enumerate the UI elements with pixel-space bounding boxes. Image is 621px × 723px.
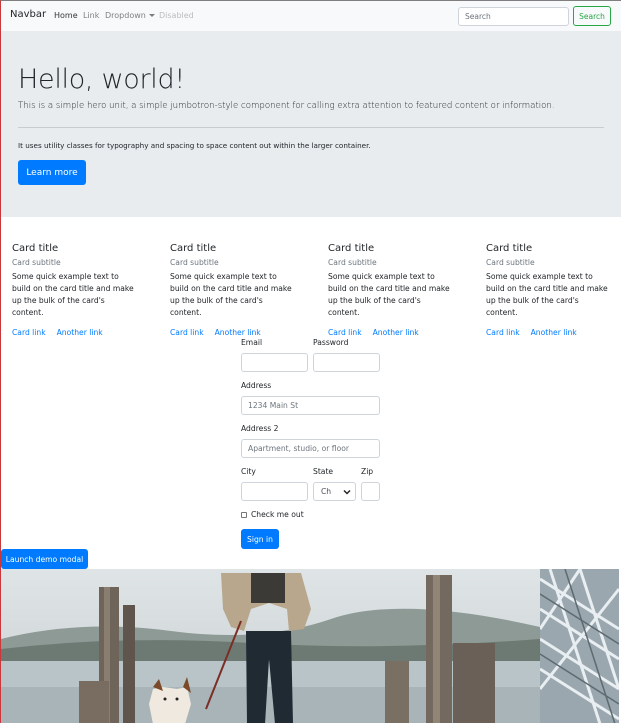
- check-me-out-checkbox[interactable]: [241, 512, 247, 518]
- card-subtitle: Card subtitle: [170, 258, 219, 267]
- nav-dropdown[interactable]: Dropdown: [105, 11, 155, 20]
- email-field[interactable]: [241, 353, 308, 372]
- nav-dropdown-label: Dropdown: [105, 11, 146, 20]
- nav-link-disabled: Disabled: [159, 11, 194, 20]
- card: Card title Card subtitle Some quick exam…: [328, 242, 458, 338]
- password-label: Password: [313, 338, 349, 347]
- card-link[interactable]: Card link: [486, 328, 520, 337]
- card-title: Card title: [328, 243, 375, 254]
- search-input[interactable]: [458, 7, 569, 26]
- launch-demo-modal-button[interactable]: Launch demo modal: [1, 549, 88, 569]
- card-link[interactable]: Card link: [170, 328, 204, 337]
- jumbotron-title: Hello, world!: [18, 64, 185, 95]
- card-title: Card title: [486, 243, 533, 254]
- carousel-image-steel-structure: [540, 569, 619, 723]
- jumbotron-lead: This is a simple hero unit, a simple jum…: [18, 101, 555, 111]
- state-select[interactable]: Ch: [313, 482, 356, 501]
- card: Card title Card subtitle Some quick exam…: [170, 242, 300, 338]
- card: Card title Card subtitle Some quick exam…: [486, 242, 616, 338]
- card-another-link[interactable]: Another link: [57, 328, 103, 337]
- navbar: Navbar Home Link Dropdown Disabled Searc…: [1, 1, 621, 31]
- card: Card title Card subtitle Some quick exam…: [12, 242, 142, 338]
- card-text: Some quick example text to build on the …: [170, 272, 292, 317]
- address2-label: Address 2: [241, 424, 279, 433]
- card-link[interactable]: Card link: [328, 328, 362, 337]
- carousel-image-man-dog-pier: [1, 569, 540, 723]
- photo-illustration: [540, 569, 619, 723]
- card-text: Some quick example text to build on the …: [328, 272, 450, 317]
- address-field[interactable]: [241, 396, 380, 415]
- nav-link-home[interactable]: Home: [54, 11, 78, 20]
- navbar-brand[interactable]: Navbar: [10, 9, 46, 20]
- card-subtitle: Card subtitle: [486, 258, 535, 267]
- card-text: Some quick example text to build on the …: [12, 272, 134, 317]
- nav-link-link[interactable]: Link: [83, 11, 99, 20]
- state-label: State: [313, 467, 334, 476]
- card-link[interactable]: Card link: [12, 328, 46, 337]
- card-title: Card title: [170, 243, 217, 254]
- zip-label: Zip: [361, 467, 374, 476]
- city-field[interactable]: [241, 482, 308, 501]
- learn-more-button[interactable]: Learn more: [18, 160, 86, 185]
- jumbotron: Hello, world! This is a simple hero unit…: [1, 31, 621, 217]
- jumbotron-text: It uses utility classes for typography a…: [18, 141, 371, 150]
- photo-illustration: [1, 569, 540, 723]
- card-text: Some quick example text to build on the …: [486, 272, 608, 317]
- zip-field[interactable]: [361, 482, 380, 501]
- city-label: City: [241, 467, 256, 476]
- state-select-value: Ch: [321, 487, 332, 496]
- card-subtitle: Card subtitle: [12, 258, 61, 267]
- sign-in-button[interactable]: Sign in: [241, 529, 279, 549]
- search-button[interactable]: Search: [573, 6, 611, 26]
- card-another-link[interactable]: Another link: [215, 328, 261, 337]
- caret-down-icon: [148, 14, 155, 17]
- check-me-out-label: Check me out: [251, 510, 304, 519]
- chevron-down-icon: [343, 489, 351, 495]
- card-title: Card title: [12, 243, 59, 254]
- divider: [18, 127, 604, 128]
- address2-field[interactable]: [241, 439, 380, 458]
- address-label: Address: [241, 381, 272, 390]
- card-subtitle: Card subtitle: [328, 258, 377, 267]
- email-label: Email: [241, 338, 263, 347]
- card-another-link[interactable]: Another link: [373, 328, 419, 337]
- password-field[interactable]: [313, 353, 380, 372]
- card-another-link[interactable]: Another link: [531, 328, 577, 337]
